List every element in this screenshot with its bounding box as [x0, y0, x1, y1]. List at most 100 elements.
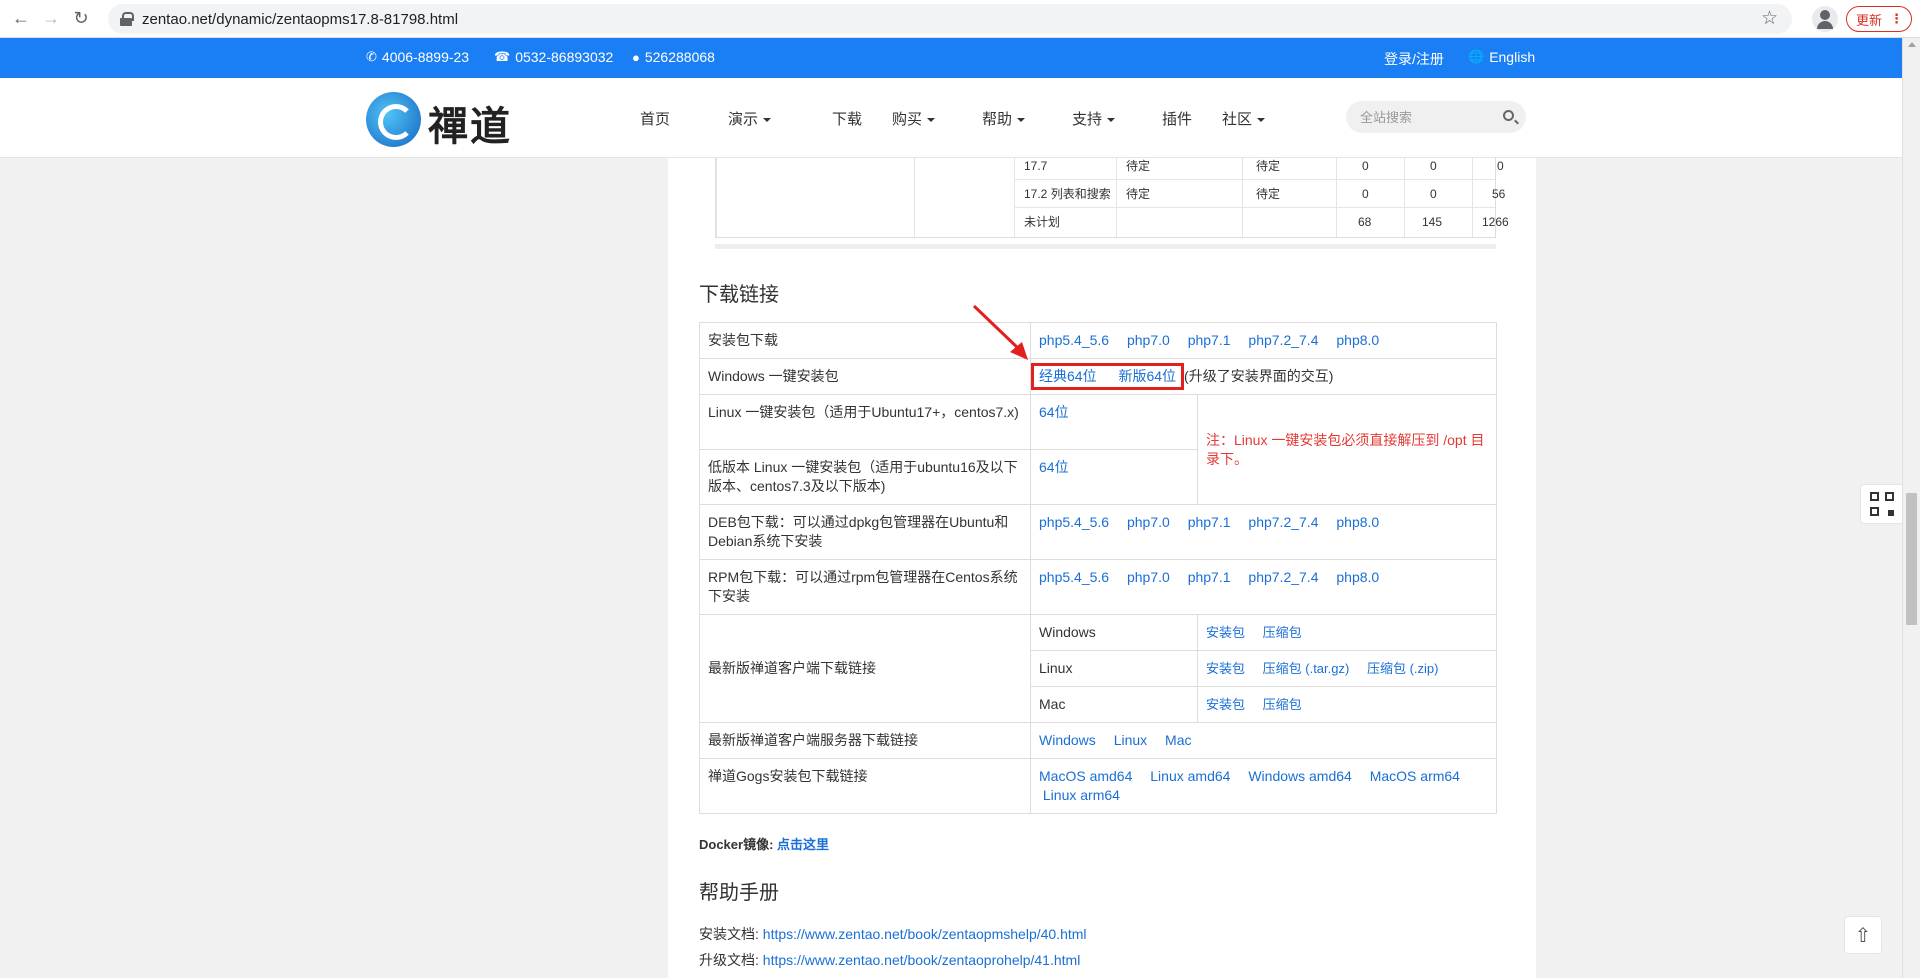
nav-download[interactable]: 下载	[832, 108, 892, 129]
plan-name: 17.2 列表和搜索	[1024, 187, 1110, 201]
plan-status: 待定	[1126, 159, 1151, 173]
top-contact-bar: ✆ 4006-8899-23 ☎ 0532-86893032 ● 5262880…	[0, 38, 1902, 78]
php54-link[interactable]: php5.4_5.6	[1039, 332, 1109, 348]
install-doc-line: 安装文档: https://www.zentao.net/book/zentao…	[699, 924, 1087, 944]
docker-line: Docker镜像: 点击这里	[699, 834, 829, 853]
client-linux-installer-link[interactable]: 安装包	[1206, 661, 1245, 676]
table-row: DEB包下载：可以通过dpkg包管理器在Ubuntu和Debian系统下安装 p…	[699, 504, 1497, 560]
windows-classic-64-link[interactable]: 经典64位	[1039, 368, 1097, 384]
nav-support-label: 支持	[1072, 111, 1103, 128]
php-links: php5.4_5.6 php7.0 php7.1 php7.2_7.4 php8…	[1030, 322, 1497, 359]
nav-support[interactable]: 支持	[1072, 108, 1162, 129]
plan-count: 1266	[1482, 215, 1509, 229]
nav-buy[interactable]: 购买	[892, 108, 982, 129]
gogs-windows-amd64-link[interactable]: Windows amd64	[1248, 768, 1352, 784]
nav-home[interactable]: 首页	[640, 108, 728, 129]
client-mac-installer-link[interactable]: 安装包	[1206, 697, 1245, 712]
browser-toolbar: ← → ↻ zentao.net/dynamic/zentaopms17.8-8…	[0, 0, 1920, 38]
caret-down-icon	[1017, 118, 1026, 123]
php71-link[interactable]: php7.1	[1188, 332, 1231, 348]
client-os-linux: Linux	[1030, 650, 1198, 687]
php80-link[interactable]: php8.0	[1336, 332, 1379, 348]
nav-demo[interactable]: 演示	[728, 108, 832, 129]
main-nav: 首页 演示 下载 购买 帮助 支持 插件 社区	[640, 108, 1302, 129]
nav-help[interactable]: 帮助	[982, 108, 1072, 129]
gogs-linux-amd64-link[interactable]: Linux amd64	[1150, 768, 1230, 784]
arrow-up-icon: ⇧	[1854, 924, 1872, 947]
qrcode-widget[interactable]	[1860, 484, 1904, 524]
nav-community-label: 社区	[1222, 111, 1253, 128]
rpm-php71-link[interactable]: php7.1	[1188, 569, 1231, 585]
gogs-macos-arm64-link[interactable]: MacOS arm64	[1370, 768, 1460, 784]
login-link[interactable]: 登录/注册	[1384, 49, 1444, 69]
deb-php70-link[interactable]: php7.0	[1127, 514, 1170, 530]
plan-count: 0	[1430, 159, 1437, 173]
hotline-number: 4006-8899-23	[381, 49, 470, 65]
nav-plugins[interactable]: 插件	[1162, 108, 1222, 129]
windows-new-64-link[interactable]: 新版64位	[1118, 368, 1176, 384]
linux-64-link[interactable]: 64位	[1039, 404, 1069, 420]
reload-icon[interactable]: ↻	[66, 4, 96, 34]
rpm-php54-link[interactable]: php5.4_5.6	[1039, 569, 1109, 585]
rpm-php72-link[interactable]: php7.2_7.4	[1248, 569, 1318, 585]
nav-community[interactable]: 社区	[1222, 108, 1302, 129]
bookmark-star-icon[interactable]: ☆	[1761, 7, 1778, 30]
language-switch[interactable]: 🌐 English	[1468, 49, 1535, 65]
linux-old-64-link[interactable]: 64位	[1039, 459, 1069, 475]
deb-links: php5.4_5.6 php7.0 php7.1 php7.2_7.4 php8…	[1030, 504, 1497, 560]
rpm-php80-link[interactable]: php8.0	[1336, 569, 1379, 585]
upgrade-doc-link[interactable]: https://www.zentao.net/book/zentaoprohel…	[763, 952, 1081, 968]
server-mac-link[interactable]: Mac	[1165, 732, 1191, 748]
scroll-up-icon[interactable]	[1908, 42, 1916, 47]
upgrade-doc-label: 升级文档:	[699, 952, 759, 968]
client-linux-targz-link[interactable]: 压缩包 (.tar.gz)	[1263, 661, 1350, 676]
update-label: 更新	[1855, 12, 1882, 28]
deb-php54-link[interactable]: php5.4_5.6	[1039, 514, 1109, 530]
search-icon[interactable]	[1503, 110, 1514, 121]
row-label: 最新版禅道客户端下载链接	[699, 614, 1031, 723]
globe-icon: 🌐	[1468, 49, 1485, 64]
gogs-linux-arm64-link[interactable]: Linux arm64	[1043, 787, 1120, 803]
search-input[interactable]	[1360, 109, 1500, 125]
row-label: 低版本 Linux 一键安装包（适用于ubuntu16及以下版本、centos7…	[699, 449, 1031, 505]
profile-icon[interactable]	[1812, 6, 1838, 32]
server-windows-link[interactable]: Windows	[1039, 732, 1096, 748]
address-bar[interactable]: zentao.net/dynamic/zentaopms17.8-81798.h…	[108, 4, 1792, 34]
plan-status: 待定	[1256, 187, 1281, 201]
client-windows-installer-link[interactable]: 安装包	[1206, 625, 1245, 640]
plan-count: 56	[1492, 187, 1506, 201]
logo-swirl-icon	[366, 92, 421, 147]
gogs-macos-amd64-link[interactable]: MacOS amd64	[1039, 768, 1132, 784]
deb-php72-link[interactable]: php7.2_7.4	[1248, 514, 1318, 530]
forward-icon[interactable]: →	[36, 4, 66, 34]
plan-count: 0	[1362, 187, 1369, 201]
gogs-links: MacOS amd64 Linux amd64 Windows amd64 Ma…	[1030, 758, 1497, 814]
plan-table-bottom	[715, 244, 1496, 249]
page-scrollbar[interactable]	[1902, 38, 1920, 978]
install-doc-link[interactable]: https://www.zentao.net/book/zentaopmshel…	[763, 926, 1087, 942]
deb-php71-link[interactable]: php7.1	[1188, 514, 1231, 530]
table-row: Windows 一键安装包 经典64位 新版64位 (升级了安装界面的交互)	[699, 358, 1497, 395]
rpm-php70-link[interactable]: php7.0	[1127, 569, 1170, 585]
client-windows-zip-link[interactable]: 压缩包	[1263, 625, 1302, 640]
client-mac-zip-link[interactable]: 压缩包	[1263, 697, 1302, 712]
zentao-logo[interactable]: 禪道	[366, 90, 536, 150]
client-os-mac: Mac	[1030, 686, 1198, 723]
php72-link[interactable]: php7.2_7.4	[1248, 332, 1318, 348]
deb-php80-link[interactable]: php8.0	[1336, 514, 1379, 530]
docker-link[interactable]: 点击这里	[777, 837, 829, 852]
plan-count: 0	[1430, 187, 1437, 201]
plan-row: 未计划 68 145 1266	[716, 208, 1509, 236]
scroll-thumb[interactable]	[1906, 493, 1917, 625]
back-to-top-button[interactable]: ⇧	[1844, 916, 1882, 954]
client-linux-zip-link[interactable]: 压缩包 (.zip)	[1367, 661, 1439, 676]
server-linux-link[interactable]: Linux	[1114, 732, 1147, 748]
linux-old-links: 64位	[1030, 449, 1198, 505]
url-text[interactable]: zentao.net/dynamic/zentaopms17.8-81798.h…	[142, 11, 458, 28]
nav-download-label: 下载	[832, 111, 863, 128]
back-icon[interactable]: ←	[6, 4, 36, 34]
update-button[interactable]: 更新 ⋮	[1846, 6, 1912, 32]
php70-link[interactable]: php7.0	[1127, 332, 1170, 348]
client-mac-links: 安装包 压缩包	[1197, 686, 1497, 723]
highlight-box: 经典64位 新版64位	[1031, 363, 1185, 390]
